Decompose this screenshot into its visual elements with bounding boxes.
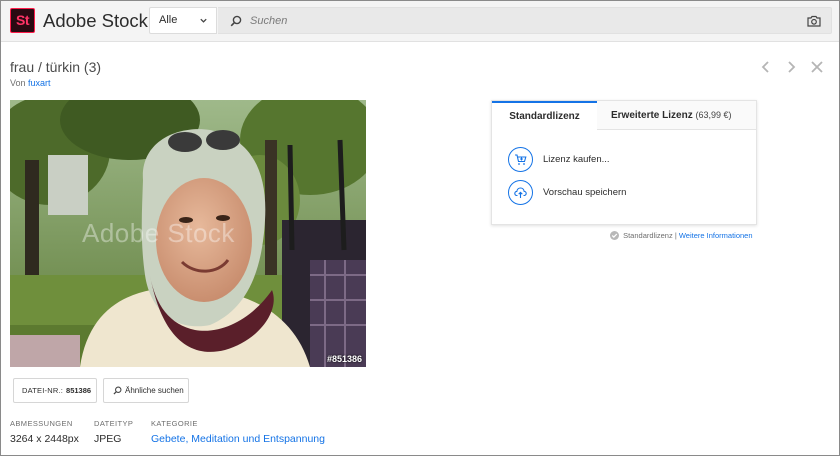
watermark: Adobe Stock [82,218,235,248]
find-similar-label: Ähnliche suchen [125,386,184,395]
chevron-left-icon[interactable] [759,60,773,74]
category-link[interactable]: Gebete, Meditation und Entspannung [151,433,325,445]
preview-image[interactable]: Adobe Stock #851386 [10,100,366,367]
filetype-label: DATEITYP [94,419,134,428]
save-preview-label: Vorschau speichern [543,187,627,198]
meta-dimensions: ABMESSUNGEN 3264 x 2448px [10,419,79,445]
brand-name[interactable]: Adobe Stock [43,9,148,33]
search-icon [230,15,242,27]
chevron-down-icon [200,18,207,23]
meta-category: KATEGORIE Gebete, Meditation und Entspan… [151,419,325,445]
file-number-box: DATEI-NR.: 851386 [13,378,97,403]
search-input[interactable] [250,11,790,31]
license-note: Standardlizenz | Weitere Informationen [610,231,753,240]
license-tabs: Standardlizenz Erweiterte Lizenz (63,99 … [492,101,756,130]
search-filter-dropdown[interactable]: Alle [149,7,217,34]
adobe-stock-logo[interactable]: St [10,8,35,33]
author-line: Von fuxart [10,78,51,88]
image-id-overlay: #851386 [326,354,362,364]
asset-title: frau / türkin (3) [10,59,102,75]
dimensions-label: ABMESSUNGEN [10,419,73,428]
extended-license-label: Erweiterte Lizenz [611,110,693,121]
more-info-link[interactable]: Weitere Informationen [679,231,753,240]
meta-filetype: DATEITYP JPEG [94,419,133,445]
extended-license-price: (63,99 €) [695,110,732,120]
cart-icon [508,147,533,172]
by-label: Von [10,78,26,88]
author-link[interactable]: fuxart [28,78,51,88]
chevron-right-icon[interactable] [784,60,798,74]
top-bar: St Adobe Stock Alle [1,1,839,42]
file-number-label: DATEI-NR.: [22,386,64,395]
file-number-value: 851386 [66,386,92,395]
tab-extended-license[interactable]: Erweiterte Lizenz (63,99 €) [611,101,732,130]
buy-license-label: Lizenz kaufen... [543,154,610,165]
check-icon [610,231,619,240]
close-icon[interactable] [810,60,824,74]
category-label: KATEGORIE [151,419,198,428]
license-panel: Standardlizenz Erweiterte Lizenz (63,99 … [491,100,757,225]
filetype-value: JPEG [94,433,122,445]
filter-selected-value: Alle [159,14,178,26]
search-icon [113,386,122,395]
cloud-upload-icon [508,180,533,205]
search-bar [218,7,832,34]
license-note-separator: | [674,231,677,240]
find-similar-button[interactable]: Ähnliche suchen [103,378,189,403]
tab-standard-license[interactable]: Standardlizenz [492,101,597,130]
license-note-label: Standardlizenz [623,231,673,240]
camera-icon[interactable] [807,15,821,27]
dimensions-value: 3264 x 2448px [10,433,79,445]
